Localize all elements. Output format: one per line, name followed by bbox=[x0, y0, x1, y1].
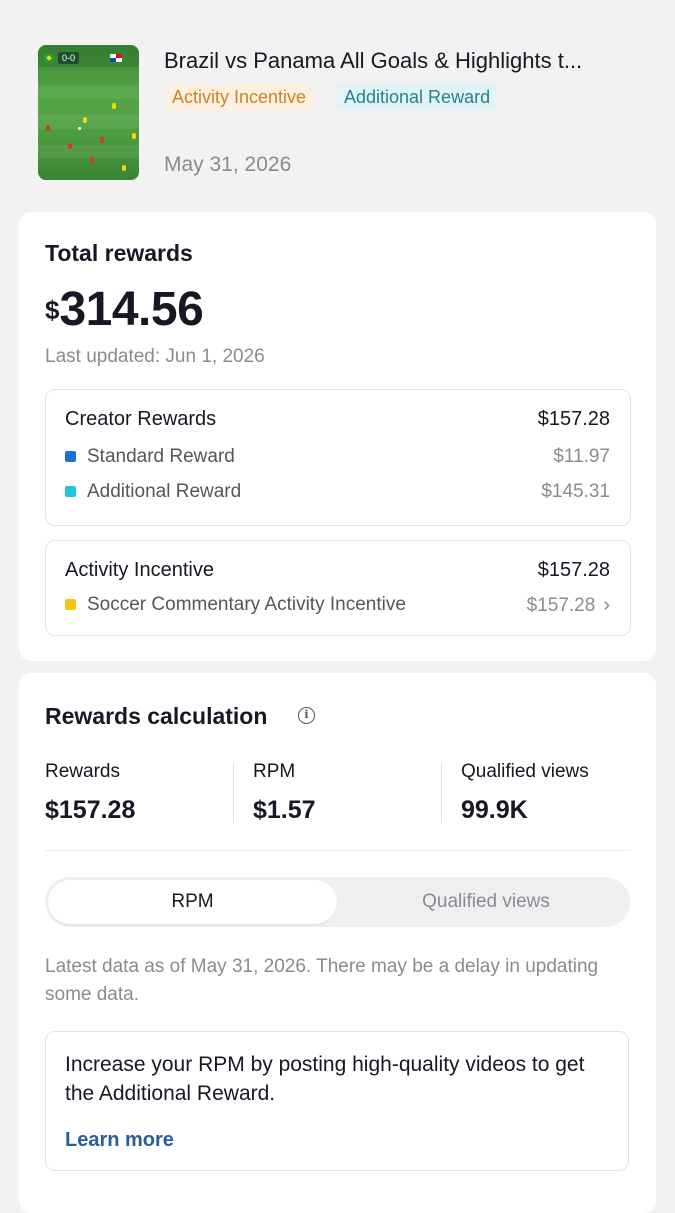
tag-activity-incentive: Activity Incentive bbox=[165, 84, 314, 110]
creator-rewards-value: $157.28 bbox=[537, 408, 610, 430]
tag-additional-reward: Additional Reward bbox=[337, 84, 498, 110]
standard-reward-color-icon bbox=[65, 451, 76, 462]
total-rewards-card: Total rewards $314.56 Last updated: Jun … bbox=[19, 212, 656, 661]
metric-rpm-value: $1.57 bbox=[253, 796, 316, 824]
total-amount-value: 314.56 bbox=[59, 283, 204, 336]
player-marker bbox=[46, 125, 50, 131]
soccer-commentary-label: Soccer Commentary Activity Incentive bbox=[87, 594, 406, 615]
tab-rpm[interactable]: RPM bbox=[48, 880, 337, 924]
learn-more-link[interactable]: Learn more bbox=[65, 1129, 174, 1152]
creator-rewards-box: Creator Rewards $157.28 Standard Reward … bbox=[45, 389, 631, 526]
rewards-calculation-card: Rewards calculation i Rewards $157.28 RP… bbox=[19, 673, 656, 1213]
additional-reward-row: Additional Reward $145.31 bbox=[65, 481, 610, 509]
creator-rewards-row: Creator Rewards $157.28 bbox=[65, 408, 610, 436]
data-delay-note: Latest data as of May 31, 2026. There ma… bbox=[45, 956, 599, 1005]
rpm-tip-box: Increase your RPM by posting high-qualit… bbox=[45, 1031, 629, 1171]
soccer-commentary-value: $157.28 bbox=[526, 595, 596, 616]
metric-qualified-views: Qualified views 99.9K bbox=[461, 761, 589, 825]
player-marker bbox=[132, 133, 136, 139]
additional-reward-color-icon bbox=[65, 486, 76, 497]
standard-reward-row: Standard Reward $11.97 bbox=[65, 446, 610, 474]
video-date: May 31, 2026 bbox=[164, 153, 292, 176]
video-thumbnail[interactable]: 0-0 bbox=[38, 45, 139, 180]
player-marker bbox=[83, 117, 87, 123]
standard-reward-label: Standard Reward bbox=[87, 446, 235, 467]
chevron-right-icon[interactable]: › bbox=[603, 594, 610, 616]
player-marker bbox=[100, 137, 104, 143]
pitch-stripe bbox=[38, 85, 139, 99]
additional-reward-label: Additional Reward bbox=[87, 481, 242, 502]
pitch-stripe bbox=[38, 145, 139, 159]
metric-divider bbox=[441, 763, 442, 823]
metric-divider bbox=[233, 763, 234, 823]
total-rewards-title: Total rewards bbox=[45, 240, 193, 266]
player-marker bbox=[122, 165, 126, 171]
video-header: 0-0 Brazil vs Panama All Goals & Highlig… bbox=[0, 0, 675, 200]
rewards-calculation-title: Rewards calculation bbox=[45, 703, 268, 729]
player-marker bbox=[90, 157, 94, 163]
player-marker bbox=[112, 103, 116, 109]
currency-symbol: $ bbox=[45, 295, 60, 325]
activity-incentive-row: Activity Incentive $157.28 bbox=[65, 559, 610, 587]
tab-qualified-views[interactable]: Qualified views bbox=[345, 880, 627, 924]
metric-tab-switcher: RPM Qualified views bbox=[45, 877, 630, 927]
section-divider bbox=[45, 850, 630, 851]
metric-qualified-views-label: Qualified views bbox=[461, 761, 589, 782]
activity-incentive-box: Activity Incentive $157.28 Soccer Commen… bbox=[45, 540, 631, 636]
soccer-commentary-color-icon bbox=[65, 599, 76, 610]
total-rewards-amount: $314.56 bbox=[45, 282, 204, 337]
creator-rewards-label: Creator Rewards bbox=[65, 408, 217, 430]
info-icon[interactable]: i bbox=[298, 707, 315, 724]
rpm-tip-text: Increase your RPM by posting high-qualit… bbox=[65, 1053, 585, 1105]
metric-rewards-value: $157.28 bbox=[45, 796, 136, 824]
player-marker bbox=[68, 143, 72, 149]
ball-marker bbox=[78, 127, 81, 130]
metric-rewards-label: Rewards bbox=[45, 761, 120, 782]
standard-reward-value: $11.97 bbox=[553, 446, 610, 467]
additional-reward-value: $145.31 bbox=[541, 481, 610, 502]
panama-flag-icon bbox=[110, 54, 122, 62]
soccer-commentary-row[interactable]: Soccer Commentary Activity Incentive $15… bbox=[65, 594, 610, 622]
video-title[interactable]: Brazil vs Panama All Goals & Highlights … bbox=[164, 47, 644, 75]
pitch-stripe bbox=[38, 115, 139, 129]
soccer-commentary-value-wrap: $157.28 › bbox=[527, 594, 610, 617]
activity-incentive-value: $157.28 bbox=[537, 559, 610, 581]
metric-rpm-label: RPM bbox=[253, 761, 296, 782]
thumbnail-score: 0-0 bbox=[58, 52, 80, 64]
metric-rpm: RPM $1.57 bbox=[253, 761, 316, 825]
last-updated: Last updated: Jun 1, 2026 bbox=[45, 346, 265, 367]
brazil-flag-icon bbox=[44, 54, 54, 62]
activity-incentive-label: Activity Incentive bbox=[65, 559, 214, 581]
metric-qualified-views-value: 99.9K bbox=[461, 796, 528, 824]
metric-rewards: Rewards $157.28 bbox=[45, 761, 135, 825]
